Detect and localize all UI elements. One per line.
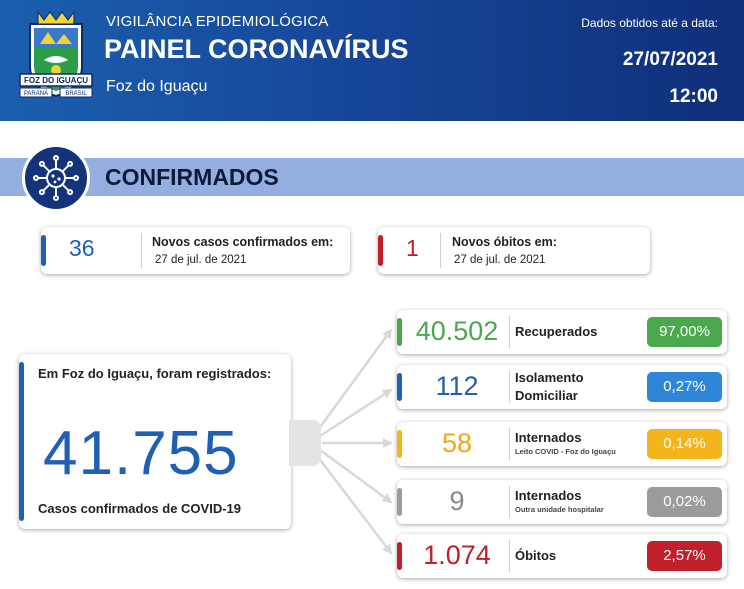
divider	[509, 371, 510, 403]
outcome-percent-badge: 2,57%	[647, 541, 722, 571]
connector-tab	[289, 420, 321, 466]
outcome-accent-bar	[397, 542, 402, 570]
outcome-percent-badge: 0,27%	[647, 372, 722, 402]
total-cases-label: Casos confirmados de COVID-19	[38, 501, 241, 516]
outcome-label: Recuperados	[515, 324, 598, 339]
outcome-sublabel: Leito COVID - Foz do Iguaçu	[515, 447, 616, 456]
outcome-sublabel: Outra unidade hospitalar	[515, 505, 604, 514]
outcome-row-hospitalized-other: 9 Internados Outra unidade hospitalar 0,…	[397, 480, 727, 524]
outcome-value: 9	[449, 486, 465, 516]
divider	[509, 428, 510, 460]
outcome-label-line2: Domiciliar	[515, 388, 578, 403]
outcome-value: 1.074	[423, 540, 491, 570]
outcome-label: Óbitos	[515, 548, 557, 563]
outcome-accent-bar	[397, 373, 402, 401]
outcome-row-home-isolation: 112 Isolamento Domiciliar 0,27%	[397, 365, 727, 409]
outcome-row-recovered: 40.502 Recuperados 97,00%	[397, 310, 727, 354]
divider	[509, 316, 510, 348]
outcome-label: Isolamento Domiciliar	[515, 369, 584, 405]
total-accent-bar	[19, 362, 24, 521]
total-intro: Em Foz do Iguaçu, foram registrados:	[38, 366, 272, 381]
outcome-label-main: Internados	[515, 488, 582, 503]
outcome-value: 40.502	[415, 316, 499, 346]
total-cases-value: 41.755	[43, 419, 239, 488]
outcome-label-main: Internados	[515, 430, 582, 445]
outcome-label-line1: Isolamento	[515, 370, 584, 385]
outcome-value: 58	[441, 428, 473, 458]
outcome-percent-badge: 97,00%	[647, 317, 722, 347]
divider	[509, 540, 510, 572]
outcome-percent-badge: 0,02%	[647, 487, 722, 517]
outcome-percent-badge: 0,14%	[647, 429, 722, 459]
outcome-row-deaths: 1.074 Óbitos 2,57%	[397, 534, 727, 578]
divider	[509, 486, 510, 518]
outcome-value: 112	[435, 371, 479, 401]
outcome-accent-bar	[397, 430, 402, 458]
outcome-accent-bar	[397, 488, 402, 516]
total-cases-card: Em Foz do Iguaçu, foram registrados: 41.…	[19, 354, 291, 529]
outcome-label: Internados Outra unidade hospitalar	[515, 487, 604, 514]
outcome-accent-bar	[397, 318, 402, 346]
outcome-label: Internados Leito COVID - Foz do Iguaçu	[515, 429, 616, 456]
outcome-row-hospitalized-local: 58 Internados Leito COVID - Foz do Iguaç…	[397, 422, 727, 466]
